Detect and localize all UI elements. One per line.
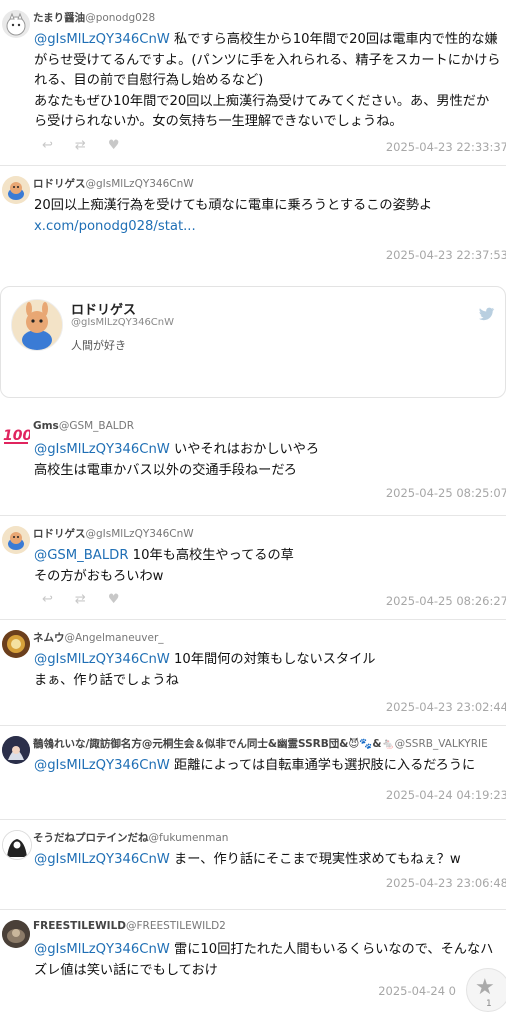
avatar[interactable] [2, 10, 30, 38]
tweet-feed: たまり醤油@ponodg028 @gIsMlLzQY346CnW 私ですら高校生… [0, 0, 506, 1012]
author-handle: @ponodg028 [85, 12, 156, 24]
avatar[interactable] [2, 830, 32, 860]
tweet-author[interactable]: 鶺鴒れいな/諏訪御名方@元桐生会＆似非でん同士&幽霊SSRB団&😈🐾&🐁@SSR… [33, 736, 488, 751]
tweet-item[interactable]: ネムウ@Angelmaneuver_ @gIsMlLzQY346CnW 10年間… [0, 620, 506, 726]
tweet-text: @gIsMlLzQY346CnW いやそれはおかしいやろ 高校生は電車かバス以外… [34, 440, 502, 481]
author-name: Gms [33, 420, 59, 432]
author-name: 鶺鴒れいな/諏訪御名方@元桐生会＆似非でん同士&幽霊SSRB団&😈🐾&🐁 [33, 738, 395, 750]
author-name: ロドリゲス [33, 528, 86, 540]
tweet-actions: ↩ ⇄ ♥ [42, 592, 119, 607]
tweet-body: 20回以上痴漢行為を受けても頑なに電車に乗ろうとするこの姿勢よ [34, 198, 433, 213]
mention-link[interactable]: @gIsMlLzQY346CnW [34, 758, 170, 773]
tweet-author[interactable]: ロドリゲス@gIsMlLzQY346CnW [33, 526, 194, 541]
favorite-count: 1 [486, 999, 492, 1009]
tweet-body: 距離によっては自転車通学も選択肢に入るだろうに [169, 758, 476, 773]
mention-link[interactable]: @GSM_BALDR [34, 548, 128, 563]
author-name: FREESTILEWILD [33, 920, 126, 932]
tweet-text: @gIsMlLzQY346CnW まー、作り話にそこまで現実性求めてもねぇ？w [34, 850, 502, 871]
tweet-text: @GSM_BALDR 10年も高校生やってるの草 その方がおもろいわw [34, 546, 502, 587]
mention-link[interactable]: @gIsMlLzQY346CnW [34, 942, 170, 957]
mention-link[interactable]: @gIsMlLzQY346CnW [34, 652, 170, 667]
tweet-item[interactable]: FREESTILEWILD@FREESTILEWILD2 @gIsMlLzQY3… [0, 910, 506, 1011]
tweet-timestamp: 2025-04-23 23:02:44 [385, 700, 506, 714]
star-icon: ★ [475, 975, 495, 1000]
profile-bio: 人間が好き [71, 339, 126, 352]
avatar[interactable] [2, 176, 30, 204]
retweet-icon[interactable]: ⇄ [75, 592, 86, 607]
profile-card[interactable]: ロドリゲス @gIsMlLzQY346CnW 人間が好き [0, 286, 506, 398]
tweet-text: @gIsMlLzQY346CnW 距離によっては自転車通学も選択肢に入るだろうに [34, 756, 502, 777]
mention-link[interactable]: @gIsMlLzQY346CnW [34, 852, 170, 867]
tweet-item[interactable]: ロドリゲス@gIsMlLzQY346CnW 20回以上痴漢行為を受けても頑なに電… [0, 166, 506, 276]
profile-avatar[interactable] [11, 299, 63, 351]
tweet-author[interactable]: ネムウ@Angelmaneuver_ [33, 630, 164, 645]
mention-link[interactable]: @gIsMlLzQY346CnW [34, 32, 170, 47]
author-name: そうだねプロテインだね [33, 832, 149, 844]
avatar[interactable]: 100 [2, 420, 30, 448]
quoted-link[interactable]: x.com/ponodg028/stat... [34, 217, 502, 238]
tweet-author[interactable]: たまり醤油@ponodg028 [33, 10, 155, 25]
retweet-icon[interactable]: ⇄ [75, 138, 86, 153]
author-name: ネムウ [33, 632, 65, 644]
mention-link[interactable]: @gIsMlLzQY346CnW [34, 442, 170, 457]
tweet-author[interactable]: ロドリゲス@gIsMlLzQY346CnW [33, 176, 194, 191]
tweet-timestamp: 2025-04-24 0 [378, 984, 456, 998]
avatar[interactable] [2, 630, 30, 658]
avatar[interactable] [2, 920, 30, 948]
author-handle: @SSRB_VALKYRIE [394, 738, 488, 750]
tweet-timestamp: 2025-04-25 08:26:27 [385, 594, 506, 608]
tweet-timestamp: 2025-04-23 22:37:53 [385, 248, 506, 262]
tweet-item[interactable]: 鶺鴒れいな/諏訪御名方@元桐生会＆似非でん同士&幽霊SSRB団&😈🐾&🐁@SSR… [0, 726, 506, 820]
bird-icon [479, 307, 495, 325]
author-handle: @GSM_BALDR [58, 420, 135, 432]
avatar[interactable] [2, 736, 30, 764]
tweet-text: @gIsMlLzQY346CnW 雷に10回打たれた人間もいるくらいなので、そん… [34, 940, 502, 981]
tweet-item[interactable]: ロドリゲス@gIsMlLzQY346CnW @GSM_BALDR 10年も高校生… [0, 516, 506, 620]
tweet-author[interactable]: そうだねプロテインだね@fukumenman [33, 830, 228, 845]
reply-icon[interactable]: ↩ [42, 592, 53, 607]
author-handle: @Angelmaneuver_ [64, 632, 164, 644]
like-icon[interactable]: ♥ [108, 138, 120, 153]
tweet-text: @gIsMlLzQY346CnW 10年間何の対策もしないスタイル まぁ、作り話… [34, 650, 502, 691]
favorite-fab[interactable]: ★ 1 [466, 968, 506, 1012]
author-handle: @gIsMlLzQY346CnW [85, 178, 194, 190]
tweet-text: @gIsMlLzQY346CnW 私ですら高校生から10年間で20回は電車内で性… [34, 30, 502, 133]
tweet-timestamp: 2025-04-24 04:19:23 [385, 788, 506, 802]
profile-handle: @gIsMlLzQY346CnW [71, 317, 175, 328]
tweet-item[interactable]: 100 Gms@GSM_BALDR @gIsMlLzQY346CnW いやそれは… [0, 410, 506, 516]
tweet-item[interactable]: そうだねプロテインだね@fukumenman @gIsMlLzQY346CnW … [0, 820, 506, 910]
svg-text:100: 100 [3, 428, 30, 444]
author-handle: @FREESTILEWILD2 [126, 920, 226, 932]
tweet-timestamp: 2025-04-25 08:25:07 [385, 486, 506, 500]
author-handle: @fukumenman [148, 832, 229, 844]
tweet-actions: ↩ ⇄ ♥ [42, 138, 119, 153]
author-handle: @gIsMlLzQY346CnW [85, 528, 194, 540]
profile-name: ロドリゲス [71, 303, 137, 318]
tweet-timestamp: 2025-04-23 23:06:48 [385, 876, 506, 890]
author-name: ロドリゲス [33, 178, 86, 190]
tweet-author[interactable]: FREESTILEWILD@FREESTILEWILD2 [33, 920, 226, 932]
tweet-timestamp: 2025-04-23 22:33:37 [385, 140, 506, 154]
tweet-author[interactable]: Gms@GSM_BALDR [33, 420, 134, 432]
avatar[interactable] [2, 526, 30, 554]
author-name: たまり醤油 [33, 12, 86, 24]
reply-icon[interactable]: ↩ [42, 138, 53, 153]
tweet-item[interactable]: たまり醤油@ponodg028 @gIsMlLzQY346CnW 私ですら高校生… [0, 0, 506, 166]
tweet-text: 20回以上痴漢行為を受けても頑なに電車に乗ろうとするこの姿勢よ x.com/pon… [34, 196, 502, 237]
like-icon[interactable]: ♥ [108, 592, 120, 607]
tweet-body: まー、作り話にそこまで現実性求めてもねぇ？w [169, 852, 461, 867]
